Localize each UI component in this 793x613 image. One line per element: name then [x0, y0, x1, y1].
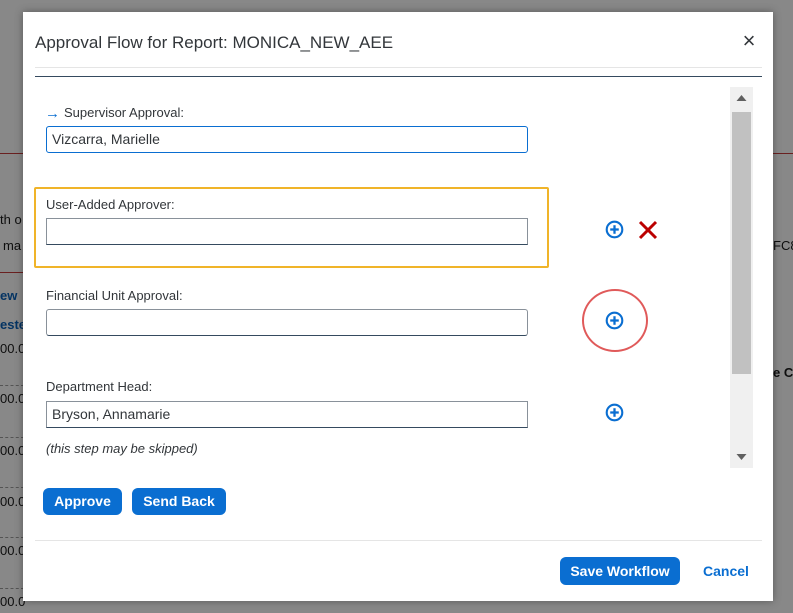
skip-hint: (this step may be skipped)	[46, 441, 198, 456]
scrollbar-thumb[interactable]	[732, 112, 751, 374]
add-circle-icon[interactable]	[605, 403, 624, 422]
close-icon[interactable]: ×	[737, 29, 761, 53]
header-divider	[35, 76, 762, 77]
send-back-button[interactable]: Send Back	[132, 488, 226, 515]
add-circle-icon[interactable]	[605, 220, 624, 239]
supervisor-approval-input[interactable]: Vizcarra, Marielle	[46, 126, 528, 153]
financial-unit-approval-input[interactable]	[46, 309, 528, 336]
dialog-title: Approval Flow for Report: MONICA_NEW_AEE	[35, 33, 394, 52]
header-divider	[35, 67, 762, 68]
scroll-down-arrow-icon[interactable]	[730, 446, 753, 468]
supervisor-approval-label: → Supervisor Approval:	[45, 104, 184, 122]
save-workflow-button[interactable]: Save Workflow	[560, 557, 680, 585]
cancel-button[interactable]: Cancel	[703, 563, 749, 579]
user-added-approver-input[interactable]	[46, 218, 528, 245]
user-added-approver-label: User-Added Approver:	[46, 197, 175, 212]
add-circle-icon[interactable]	[605, 311, 624, 330]
footer-divider	[35, 540, 762, 541]
scrollbar[interactable]	[730, 87, 753, 468]
supervisor-approval-label-text: Supervisor Approval:	[64, 105, 184, 120]
arrow-right-icon: →	[45, 105, 60, 122]
department-head-label: Department Head:	[46, 379, 153, 394]
financial-unit-approval-label: Financial Unit Approval:	[46, 288, 183, 303]
delete-x-icon[interactable]	[637, 219, 659, 241]
department-head-input[interactable]: Bryson, Annamarie	[46, 401, 528, 428]
approve-button[interactable]: Approve	[43, 488, 122, 515]
scroll-up-arrow-icon[interactable]	[730, 87, 753, 109]
approval-flow-dialog: Approval Flow for Report: MONICA_NEW_AEE…	[23, 12, 773, 601]
